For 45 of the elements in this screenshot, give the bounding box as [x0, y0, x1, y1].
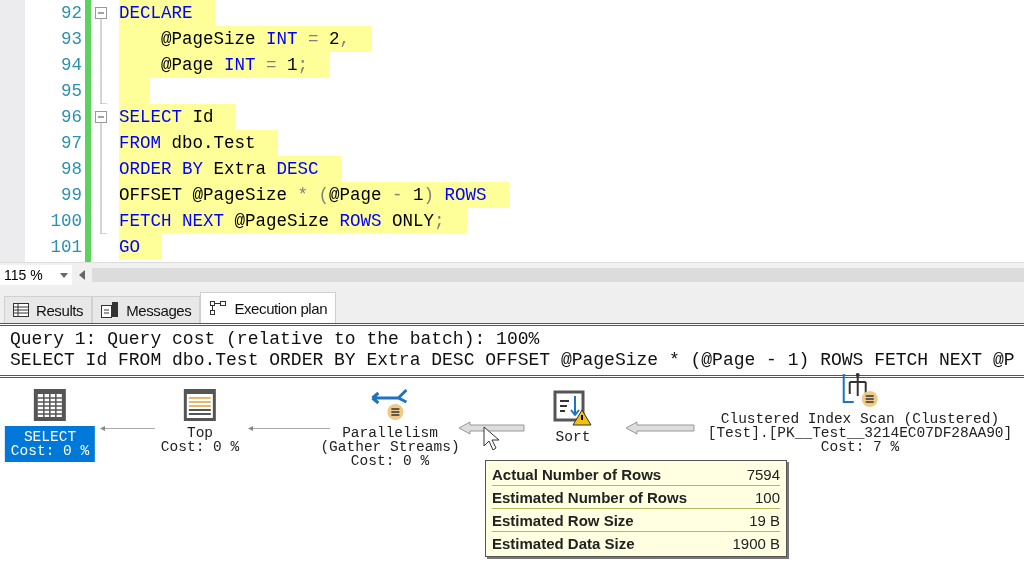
line-number: 98 [60, 158, 82, 181]
plan-node-label[interactable]: Clustered Index Scan (Clustered) [Test].[PK__Test__3214EC07DF28AA90] Cost: 7 % [705, 412, 1015, 454]
tooltip-label: Estimated Row Size [492, 511, 634, 529]
plan-node-label[interactable]: Parallelism (Gather Streams) Cost: 0 % [318, 426, 462, 468]
query-text: SELECT Id FROM dbo.Test ORDER BY Extra DESC OFFSET @PageSize * (@Page - 1) ROWS FETCH NEXT @P [9, 350, 1016, 371]
line-number: 93 [60, 28, 82, 51]
tooltip-value: 1900 B [732, 534, 780, 552]
zoom-dropdown[interactable]: 115 % [0, 265, 72, 285]
tooltip-value: 19 B [749, 511, 780, 529]
tooltip-label: Estimated Data Size [492, 534, 635, 552]
flow-arrow [625, 421, 695, 435]
tooltip-label: Estimated Number of Rows [492, 488, 688, 506]
tab-label: Messages [126, 301, 192, 319]
table-icon [33, 388, 67, 422]
tooltip-value: 7594 [746, 465, 780, 483]
tab[interactable]: Messages [92, 296, 201, 323]
list-icon [183, 388, 217, 422]
line-number: 94 [60, 54, 82, 77]
tab[interactable]: Execution plan [200, 292, 337, 323]
tooltip-value: 100 [754, 488, 780, 506]
line-number: 92 [60, 2, 82, 25]
grid-icon [13, 303, 29, 317]
line-number: 95 [60, 80, 82, 103]
query-cost-text: Query 1: Query cost (relative to the batch): 100% [9, 329, 541, 350]
scroll-left-icon[interactable] [78, 270, 86, 280]
sort-warning-icon [553, 390, 593, 426]
plan-node-label[interactable]: Top Cost: 0 % [158, 426, 242, 454]
flow-arrow [458, 421, 525, 435]
line-number: 96 [60, 106, 82, 129]
line-number: 101 [49, 236, 82, 259]
mouse-cursor-icon [483, 426, 501, 452]
flow-arrow [100, 425, 155, 432]
tooltip-label: Actual Number of Rows [492, 465, 662, 483]
line-number: 99 [60, 184, 82, 207]
caret-icon [60, 272, 68, 278]
tab[interactable]: Results [4, 296, 93, 323]
plan-icon [209, 300, 228, 316]
tab-label: Execution plan [234, 299, 328, 317]
line-number: 100 [49, 210, 82, 233]
tab-label: Results [36, 301, 84, 319]
line-number: 97 [60, 132, 82, 155]
index-scan-icon [840, 372, 880, 408]
plan-node-label[interactable]: Sort [553, 430, 593, 444]
plan-node-label[interactable]: SELECT Cost: 0 % [4, 426, 96, 462]
document-icon [101, 302, 120, 318]
